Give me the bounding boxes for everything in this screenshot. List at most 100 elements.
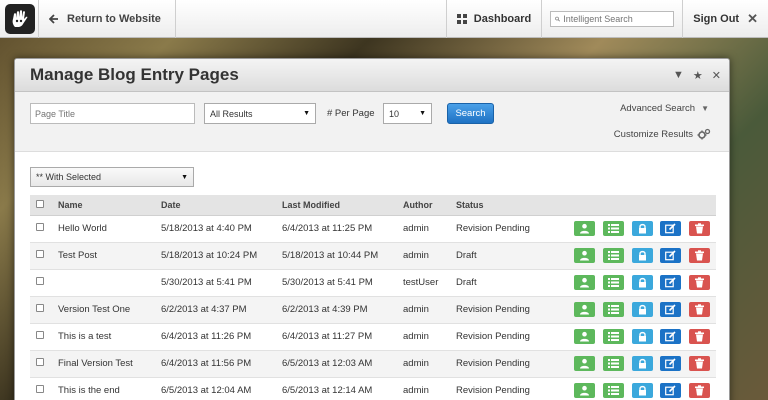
row-actions <box>566 377 716 400</box>
user-icon <box>580 358 590 369</box>
concrete5-logo[interactable] <box>2 1 38 37</box>
user-permissions-button[interactable] <box>574 329 596 344</box>
properties-button[interactable] <box>603 221 625 236</box>
column-header-last-modified[interactable]: Last Modified <box>282 195 403 216</box>
row-checkbox[interactable] <box>36 304 44 312</box>
user-icon <box>580 250 590 261</box>
close-icon: ✕ <box>747 10 758 26</box>
row-checkbox[interactable] <box>36 223 44 231</box>
column-header-name[interactable]: Name <box>58 195 161 216</box>
row-actions <box>566 269 716 297</box>
row-status: Revision Pending <box>456 215 566 243</box>
advanced-search-link[interactable]: Advanced Search ▼ <box>620 103 709 114</box>
user-permissions-button[interactable] <box>574 221 596 236</box>
row-last-modified: 6/2/2013 at 4:39 PM <box>282 296 403 324</box>
user-permissions-button[interactable] <box>574 383 596 398</box>
row-name: This is the end <box>58 377 161 400</box>
row-date: 6/4/2013 at 11:56 PM <box>161 350 282 378</box>
lock-button[interactable] <box>631 275 653 290</box>
properties-button[interactable] <box>603 248 625 263</box>
column-header-date[interactable]: Date <box>161 195 282 216</box>
lock-button[interactable] <box>631 383 653 398</box>
properties-button[interactable] <box>603 302 625 317</box>
lock-icon <box>638 358 646 369</box>
hand-logo-icon <box>5 3 35 34</box>
row-date: 6/5/2013 at 12:04 AM <box>161 377 282 400</box>
intelligent-search-input[interactable] <box>563 13 670 24</box>
lock-button[interactable] <box>631 356 653 371</box>
edit-button[interactable] <box>660 275 682 290</box>
edit-icon <box>665 331 676 342</box>
collapse-icon[interactable]: ▼ <box>673 69 684 81</box>
table-row: Hello World 5/18/2013 at 4:40 PM 6/4/201… <box>30 215 716 243</box>
edit-button[interactable] <box>660 356 682 371</box>
edit-icon <box>665 277 676 288</box>
row-checkbox[interactable] <box>36 358 44 366</box>
properties-button[interactable] <box>603 356 625 371</box>
delete-button[interactable] <box>689 383 710 398</box>
results-select[interactable]: All Results ▼ <box>204 103 316 124</box>
edit-button[interactable] <box>660 329 682 344</box>
page-title-input[interactable] <box>30 103 195 124</box>
properties-button[interactable] <box>603 329 625 344</box>
delete-button[interactable] <box>689 329 710 344</box>
sign-out-link[interactable]: Sign Out ✕ <box>683 0 768 38</box>
user-permissions-button[interactable] <box>574 248 596 263</box>
edit-button[interactable] <box>660 221 682 236</box>
delete-button[interactable] <box>689 221 710 236</box>
select-all-checkbox[interactable] <box>36 199 44 208</box>
edit-icon <box>665 304 676 315</box>
edit-icon <box>665 358 676 369</box>
row-status: Draft <box>456 269 566 297</box>
trash-icon <box>695 331 704 342</box>
delete-button[interactable] <box>689 356 710 371</box>
row-author: admin <box>403 350 456 378</box>
row-name: Test Post <box>58 242 161 270</box>
top-toolbar: Return to Website Dashboard Sign Out ✕ <box>0 0 768 38</box>
row-checkbox[interactable] <box>36 385 44 393</box>
edit-button[interactable] <box>660 383 682 398</box>
lock-icon <box>638 385 646 396</box>
lock-button[interactable] <box>631 329 653 344</box>
row-name: Hello World <box>58 215 161 243</box>
search-button[interactable]: Search <box>447 103 494 124</box>
customize-results-link[interactable]: Customize Results <box>614 128 711 140</box>
edit-button[interactable] <box>660 248 682 263</box>
row-author: admin <box>403 215 456 243</box>
dashboard-link[interactable]: Dashboard <box>447 0 541 38</box>
with-selected-label: ** With Selected <box>36 172 102 182</box>
intelligent-search <box>542 0 682 38</box>
delete-button[interactable] <box>689 302 710 317</box>
row-checkbox[interactable] <box>36 331 44 339</box>
properties-button[interactable] <box>603 275 625 290</box>
dropdown-arrow-icon: ▼ <box>419 110 426 117</box>
row-checkbox[interactable] <box>36 250 44 258</box>
row-checkbox[interactable] <box>36 277 44 285</box>
with-selected-select[interactable]: ** With Selected ▼ <box>30 167 194 187</box>
row-actions <box>566 323 716 351</box>
per-page-select[interactable]: 10 ▼ <box>383 103 432 124</box>
close-icon[interactable]: ✕ <box>712 69 721 82</box>
row-last-modified: 6/5/2013 at 12:14 AM <box>282 377 403 400</box>
edit-button[interactable] <box>660 302 682 317</box>
lock-button[interactable] <box>631 302 653 317</box>
row-last-modified: 5/30/2013 at 5:41 PM <box>282 269 403 297</box>
delete-button[interactable] <box>689 248 710 263</box>
gears-icon <box>697 128 711 140</box>
delete-button[interactable] <box>689 275 710 290</box>
user-permissions-button[interactable] <box>574 356 596 371</box>
star-icon[interactable]: ★ <box>693 69 703 82</box>
row-actions <box>566 242 716 270</box>
user-icon <box>580 304 590 315</box>
return-to-website-link[interactable]: Return to Website <box>39 0 175 38</box>
lock-button[interactable] <box>631 221 653 236</box>
column-header-author[interactable]: Author <box>403 195 456 216</box>
properties-button[interactable] <box>603 383 625 398</box>
row-name <box>58 269 161 297</box>
user-permissions-button[interactable] <box>574 275 596 290</box>
column-header-status[interactable]: Status <box>456 195 566 216</box>
trash-icon <box>695 358 704 369</box>
lock-button[interactable] <box>631 248 653 263</box>
row-status: Draft <box>456 242 566 270</box>
user-permissions-button[interactable] <box>574 302 596 317</box>
